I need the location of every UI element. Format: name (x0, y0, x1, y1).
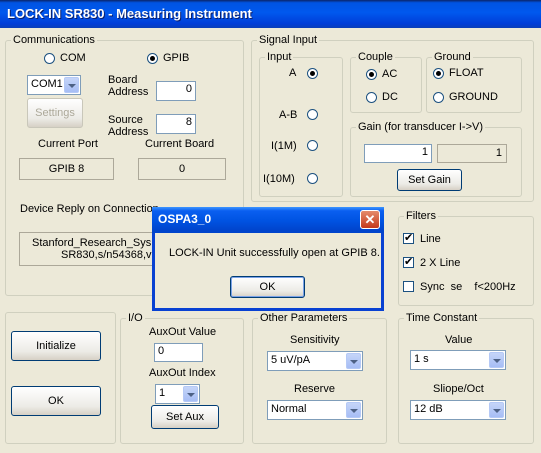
chevron-down-icon[interactable] (346, 402, 361, 418)
ground-ground-label: GROUND (449, 91, 498, 103)
current-board-value: 0 (138, 158, 226, 180)
sensitivity-select[interactable]: 5 uV/pA (267, 351, 363, 371)
radio-couple-dc[interactable] (366, 92, 377, 103)
device-reply-line-1: Stanford_Research_Sys (32, 237, 152, 249)
sensitivity-value: 5 uV/pA (271, 354, 311, 366)
current-port-label: Current Port (38, 138, 98, 150)
radio-com-label: COM (60, 52, 86, 64)
close-icon[interactable]: ✕ (360, 210, 380, 229)
couple-dc-label: DC (382, 91, 398, 103)
ground-group: Ground (426, 51, 522, 113)
line-label: Line (420, 233, 441, 245)
two-x-line-checkbox[interactable] (403, 255, 414, 268)
tc-value-select[interactable]: 1 s (410, 350, 506, 370)
radio-input-i1m[interactable] (307, 140, 318, 151)
com-port-select[interactable]: COM1 (27, 75, 81, 95)
current-port-value: GPIB 8 (19, 158, 114, 180)
auxout-index-select[interactable]: 1 (155, 384, 200, 404)
set-gain-button[interactable]: Set Gain (397, 169, 462, 191)
slope-value: 12 dB (414, 403, 443, 415)
gain-input[interactable]: 1 (364, 144, 432, 163)
sync-checkbox[interactable] (403, 281, 414, 292)
two-x-line-label: 2 X Line (420, 257, 461, 269)
main-window: LOCK-IN SR830 - Measuring Instrument Com… (0, 0, 541, 453)
radio-ground-float[interactable] (433, 68, 444, 79)
radio-gpib[interactable] (147, 53, 158, 64)
reserve-select[interactable]: Normal (267, 400, 363, 420)
auxout-index-label: AuxOut Index (149, 367, 216, 379)
device-reply-line-2: SR830,s/n54368,v (61, 249, 152, 261)
time-constant-group: Time Constant (398, 312, 534, 444)
radio-couple-ac[interactable] (366, 69, 377, 80)
input-i10m-label: I(10M) (263, 173, 295, 185)
signal-input-legend: Signal Input (259, 34, 318, 46)
couple-group: Couple (350, 51, 422, 113)
settings-button[interactable]: Settings (27, 98, 83, 128)
time-constant-legend: Time Constant (406, 312, 478, 324)
ground-legend: Ground (434, 51, 471, 63)
chevron-down-icon[interactable] (183, 386, 198, 402)
sensitivity-label: Sensitivity (290, 334, 340, 346)
com-port-value: COM1 (31, 78, 63, 90)
tc-value-label: Value (445, 334, 473, 346)
current-board-label: Current Board (145, 138, 215, 150)
input-a-label: A (289, 67, 297, 79)
auxout-value-label: AuxOut Value (149, 326, 217, 338)
chevron-down-icon[interactable] (489, 402, 504, 418)
line-checkbox[interactable] (403, 231, 414, 244)
ground-float-label: FLOAT (449, 67, 484, 79)
source-address-input[interactable]: 8 (156, 114, 196, 134)
device-reply-label: Device Reply on Connection (20, 203, 159, 215)
title-bar[interactable]: LOCK-IN SR830 - Measuring Instrument (0, 0, 541, 28)
ok-button[interactable]: OK (11, 386, 101, 416)
board-address-label: Board Address (108, 74, 149, 98)
other-parameters-group: Other Parameters (252, 312, 387, 444)
radio-com[interactable] (44, 53, 55, 64)
initialize-button[interactable]: Initialize (11, 331, 101, 361)
input-ab-label: A-B (279, 109, 298, 121)
couple-ac-label: AC (382, 68, 398, 80)
couple-legend: Couple (358, 51, 393, 63)
input-legend: Input (267, 51, 292, 63)
dialog-message: LOCK-IN Unit successfully open at GPIB 8… (169, 247, 380, 259)
chevron-down-icon[interactable] (489, 352, 504, 368)
board-address-input[interactable]: 0 (156, 81, 196, 101)
auxout-index-value: 1 (159, 387, 166, 399)
dialog-title-bar[interactable]: OSPA3_0 ✕ (152, 207, 384, 233)
reserve-value: Normal (271, 403, 307, 415)
device-reply-box: Stanford_Research_Sys SR830,s/n54368,v (19, 232, 159, 266)
chevron-down-icon[interactable] (346, 353, 361, 369)
radio-gpib-label: GPIB (163, 52, 190, 64)
window-title: LOCK-IN SR830 - Measuring Instrument (7, 6, 252, 21)
slope-select[interactable]: 12 dB (410, 400, 506, 420)
sync-label: Sync se f<200Hz (420, 281, 516, 293)
filters-legend: Filters (406, 210, 436, 222)
auxout-value-input[interactable]: 0 (154, 343, 203, 362)
message-dialog: OSPA3_0 ✕ LOCK-IN Unit successfully open… (152, 207, 384, 311)
radio-input-i10m[interactable] (307, 173, 318, 184)
chevron-down-icon[interactable] (64, 77, 79, 93)
io-legend: I/O (128, 312, 143, 324)
other-parameters-legend: Other Parameters (260, 312, 348, 324)
input-i1m-label: I(1M) (271, 140, 297, 152)
radio-input-a[interactable] (307, 68, 318, 79)
set-aux-button[interactable]: Set Aux (151, 405, 219, 429)
gain-readout: 1 (437, 144, 507, 163)
source-address-label: Source Address (108, 114, 149, 138)
dialog-ok-button[interactable]: OK (230, 276, 305, 298)
communications-legend: Communications (13, 34, 95, 46)
dialog-title: OSPA3_0 (158, 212, 212, 226)
gain-legend: Gain (for transducer I->V) (358, 121, 484, 133)
radio-input-ab[interactable] (307, 109, 318, 120)
tc-value: 1 s (414, 353, 429, 365)
radio-ground-ground[interactable] (433, 92, 444, 103)
slope-label: Sliope/Oct (433, 383, 484, 395)
reserve-label: Reserve (294, 383, 335, 395)
